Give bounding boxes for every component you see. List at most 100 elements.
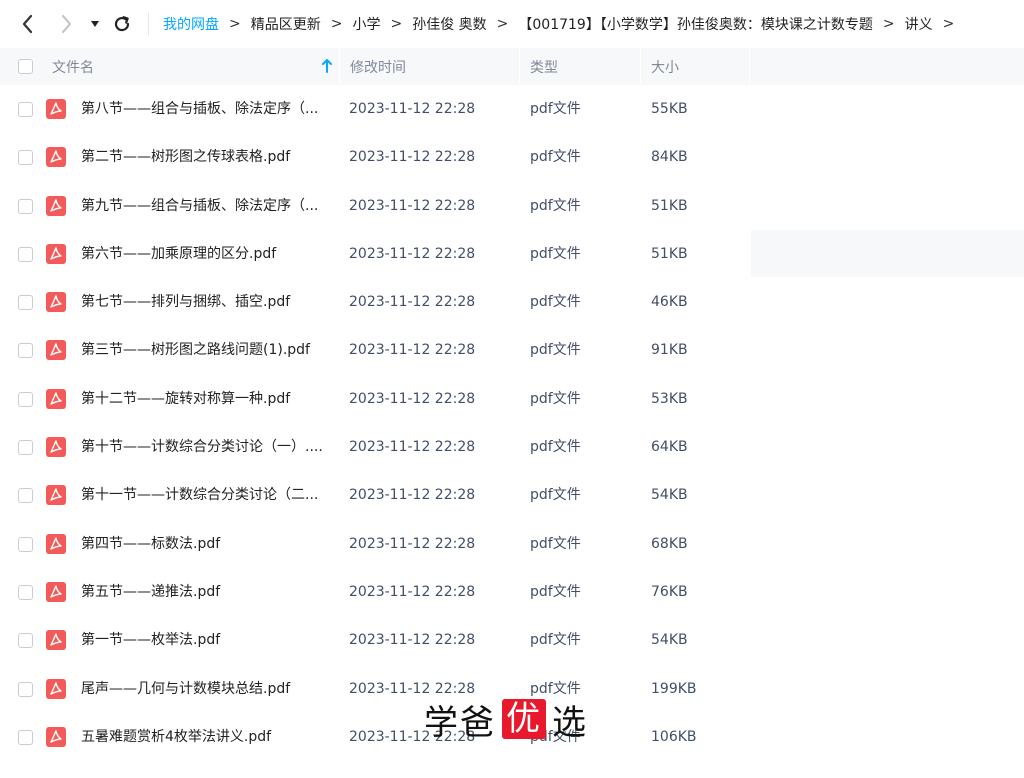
column-header-name-label: 文件名 xyxy=(52,59,94,76)
history-dropdown-button[interactable] xyxy=(86,10,104,38)
breadcrumb-item[interactable]: 小学 xyxy=(352,14,380,34)
file-modified-time: 2023-11-12 22:28 xyxy=(349,487,476,504)
file-name[interactable]: 第七节——排列与捆绑、插空.pdf xyxy=(81,278,331,326)
column-header-empty xyxy=(751,48,1024,85)
file-size: 51KB xyxy=(651,197,688,214)
file-type: pdf文件 xyxy=(530,487,581,504)
breadcrumb-item[interactable]: 【001719】【小学数学】孙佳俊奥数：模块课之计数专题 xyxy=(518,14,872,34)
file-size: 199KB xyxy=(651,680,697,697)
breadcrumb-item[interactable]: 我的网盘 xyxy=(163,14,219,34)
file-modified-time: 2023-11-12 22:28 xyxy=(349,149,476,166)
select-all-checkbox[interactable] xyxy=(18,59,33,74)
watermark-text: 选 xyxy=(552,702,588,743)
row-checkbox[interactable] xyxy=(18,633,33,649)
file-list-header: 文件名 修改时间 类型 大小 xyxy=(0,48,1024,85)
file-modified-time: 2023-11-12 22:28 xyxy=(349,197,476,214)
pdf-file-icon xyxy=(46,485,66,506)
file-size: 54KB xyxy=(651,487,688,504)
file-modified-time: 2023-11-12 22:28 xyxy=(349,632,476,649)
file-name[interactable]: 第八节——组合与插板、除法定序（... xyxy=(81,85,331,133)
pdf-file-icon xyxy=(46,678,66,699)
file-type: pdf文件 xyxy=(530,149,581,166)
file-row[interactable]: 第七节——排列与捆绑、插空.pdf 2023-11-12 22:28 pdf文件 46… xyxy=(0,278,1024,326)
file-name[interactable]: 第四节——标数法.pdf xyxy=(81,520,331,568)
column-header-size-label: 大小 xyxy=(651,59,679,76)
row-checkbox[interactable] xyxy=(18,536,33,552)
breadcrumb: 我的网盘 > 精品区更新 > 小学 > 孙佳俊 奥数 > 【001719】【小学… xyxy=(148,12,964,36)
file-name[interactable]: 第一节——枚举法.pdf xyxy=(81,616,331,664)
sort-up-arrow-icon[interactable] xyxy=(321,59,333,73)
file-list: 第八节——组合与插板、除法定序（... 2023-11-12 22:28 pdf文件… xyxy=(0,85,1024,761)
file-row[interactable]: 第九节——组合与插板、除法定序（... 2023-11-12 22:28 pdf文件… xyxy=(0,182,1024,230)
file-name[interactable]: 第五节——递推法.pdf xyxy=(81,568,331,616)
file-row[interactable]: 第四节——标数法.pdf 2023-11-12 22:28 pdf文件 68KB xyxy=(0,520,1024,568)
file-row[interactable]: 第八节——组合与插板、除法定序（... 2023-11-12 22:28 pdf文件… xyxy=(0,85,1024,133)
file-size: 106KB xyxy=(651,728,697,745)
row-checkbox[interactable] xyxy=(18,343,33,359)
row-checkbox[interactable] xyxy=(18,584,33,600)
row-checkbox[interactable] xyxy=(18,729,33,745)
pdf-file-icon xyxy=(46,388,66,409)
pdf-file-icon xyxy=(46,243,66,264)
row-checkbox[interactable] xyxy=(18,295,33,311)
column-header-name[interactable]: 文件名 xyxy=(0,48,340,85)
row-checkbox[interactable] xyxy=(18,150,33,166)
breadcrumb-separator-icon: > xyxy=(390,16,403,32)
column-header-type-label: 类型 xyxy=(530,59,558,76)
breadcrumb-item[interactable]: 精品区更新 xyxy=(251,14,321,34)
file-row[interactable]: 第六节——加乘原理的区分.pdf 2023-11-12 22:28 pdf文件 51K… xyxy=(0,230,1024,278)
file-name[interactable]: 第十二节——旋转对称算一种.pdf xyxy=(81,375,331,423)
row-checkbox[interactable] xyxy=(18,488,33,504)
navigation-bar: 我的网盘 > 精品区更新 > 小学 > 孙佳俊 奥数 > 【001719】【小学… xyxy=(0,0,1024,48)
file-name[interactable]: 第十一节——计数综合分类讨论（二... xyxy=(81,471,331,519)
row-checkbox[interactable] xyxy=(18,391,33,407)
column-header-time[interactable]: 修改时间 xyxy=(340,48,520,85)
file-name[interactable]: 第十节——计数综合分类讨论（一）.... xyxy=(81,423,331,471)
file-name[interactable]: 第六节——加乘原理的区分.pdf xyxy=(81,230,331,278)
file-row[interactable]: 第三节——树形图之路线问题(1).pdf 2023-11-12 22:28 pdf文… xyxy=(0,326,1024,374)
file-name[interactable]: 五暑难题赏析4枚举法讲义.pdf xyxy=(81,713,331,761)
pdf-file-icon xyxy=(46,533,66,554)
breadcrumb-separator-icon: > xyxy=(229,16,241,32)
row-checkbox[interactable] xyxy=(18,681,33,697)
back-button[interactable] xyxy=(14,10,42,38)
file-name[interactable]: 第三节——树形图之路线问题(1).pdf xyxy=(81,326,331,374)
file-name[interactable]: 第二节——树形图之传球表格.pdf xyxy=(81,133,331,181)
row-checkbox[interactable] xyxy=(18,440,33,456)
pdf-file-icon xyxy=(46,340,66,361)
file-row[interactable]: 第十节——计数综合分类讨论（一）.... 2023-11-12 22:28 pdf文… xyxy=(0,423,1024,471)
file-row[interactable]: 第二节——树形图之传球表格.pdf 2023-11-12 22:28 pdf文件 84… xyxy=(0,133,1024,181)
file-size: 91KB xyxy=(651,342,688,359)
file-type: pdf文件 xyxy=(530,197,581,214)
breadcrumb-item[interactable]: 孙佳俊 奥数 xyxy=(412,14,486,34)
pdf-file-icon xyxy=(46,437,66,458)
file-type: pdf文件 xyxy=(530,342,581,359)
file-row[interactable]: 第一节——枚举法.pdf 2023-11-12 22:28 pdf文件 54KB xyxy=(0,616,1024,664)
breadcrumb-separator-icon: > xyxy=(496,16,509,32)
file-row[interactable]: 第五节——递推法.pdf 2023-11-12 22:28 pdf文件 76KB xyxy=(0,568,1024,616)
watermark-text: 学爸 xyxy=(424,702,496,743)
row-checkbox[interactable] xyxy=(18,198,33,214)
file-size: 68KB xyxy=(651,535,688,552)
file-type: pdf文件 xyxy=(530,101,581,117)
file-size: 76KB xyxy=(651,583,688,600)
forward-button[interactable] xyxy=(52,10,80,38)
file-modified-time: 2023-11-12 22:28 xyxy=(349,245,476,262)
row-checkbox[interactable] xyxy=(18,102,33,117)
column-header-type[interactable]: 类型 xyxy=(521,48,641,85)
file-modified-time: 2023-11-12 22:28 xyxy=(349,583,476,600)
file-modified-time: 2023-11-12 22:28 xyxy=(349,342,476,359)
pdf-file-icon xyxy=(46,726,66,747)
column-header-time-label: 修改时间 xyxy=(350,59,406,76)
file-row[interactable]: 第十二节——旋转对称算一种.pdf 2023-11-12 22:28 pdf文件 53… xyxy=(0,375,1024,423)
row-checkbox[interactable] xyxy=(18,246,33,262)
file-name[interactable]: 尾声——几何与计数模块总结.pdf xyxy=(81,665,331,713)
column-header-size[interactable]: 大小 xyxy=(642,48,750,85)
file-row[interactable]: 第十一节——计数综合分类讨论（二... 2023-11-12 22:28 pdf文件… xyxy=(0,471,1024,519)
file-type: pdf文件 xyxy=(530,390,581,407)
file-name[interactable]: 第九节——组合与插板、除法定序（... xyxy=(81,182,331,230)
breadcrumb-item-current[interactable]: 讲义 xyxy=(905,14,933,34)
file-modified-time: 2023-11-12 22:28 xyxy=(349,439,476,456)
refresh-button[interactable] xyxy=(108,10,136,38)
file-size: 46KB xyxy=(651,294,688,311)
